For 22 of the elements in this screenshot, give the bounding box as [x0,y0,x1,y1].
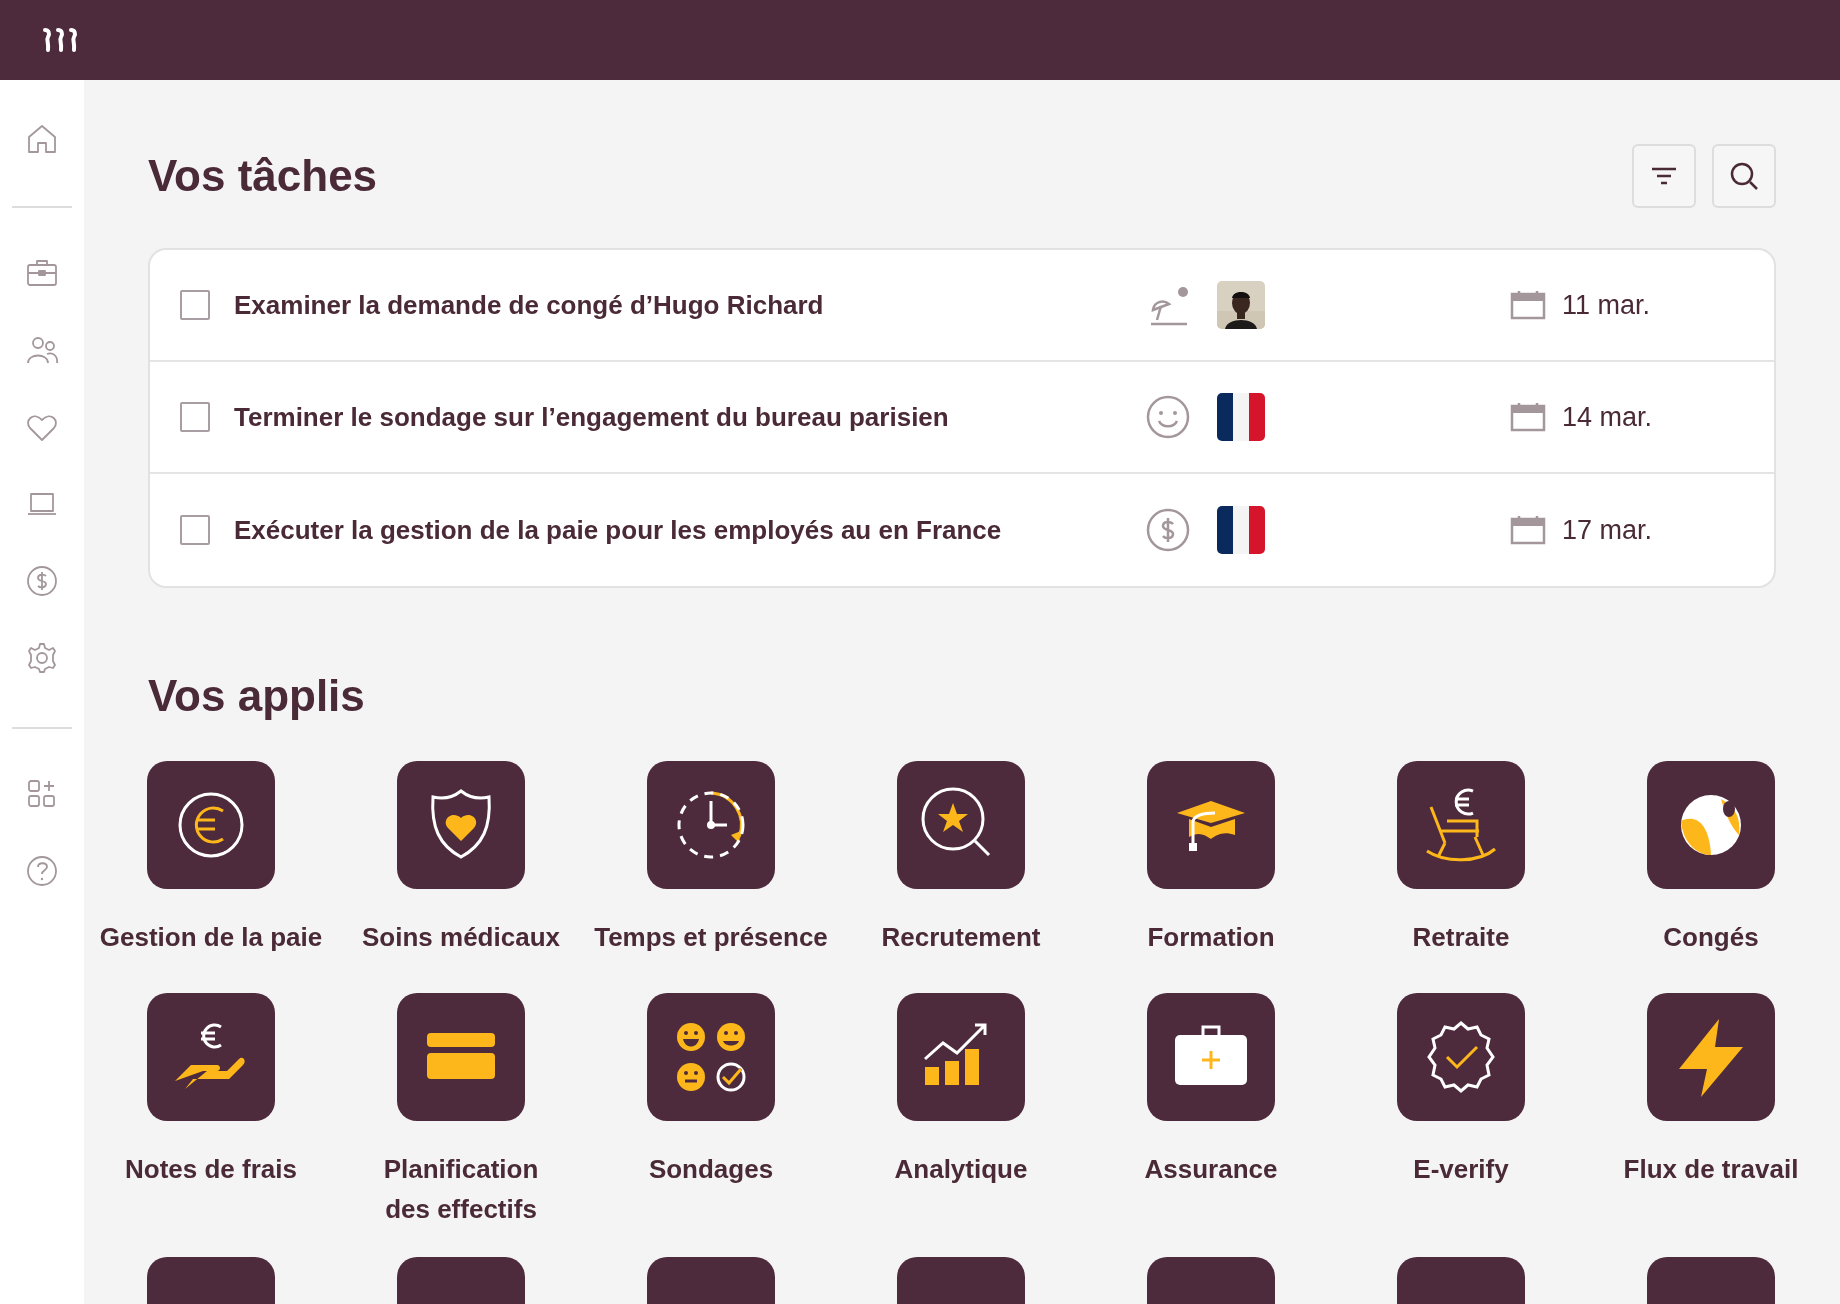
app-label: Flux de travail [1622,1152,1800,1186]
app-label: Notes de frais [124,1152,298,1186]
app-label: Formation [1146,920,1276,954]
due-date: 17 mar. [1562,513,1653,547]
app-label: Soins médicaux [361,920,561,954]
task-text[interactable]: Terminer le sondage sur l’engagement du bureau parisien [234,397,1145,437]
app-label: Recrutement [880,920,1042,954]
section-title: Vos applis [148,670,366,722]
app-label: Assurance [1143,1152,1279,1186]
section-title: Vos tâches [148,149,378,202]
app-label: Planification des effectifs [382,1152,540,1226]
app-label: Retraite [1411,920,1511,954]
app-label: Congés [1662,920,1760,954]
task-text[interactable]: Exécuter la gestion de la paie pour les employés au en France [234,510,1145,550]
app-label: Gestion de la paie [98,920,324,954]
due-date: 14 mar. [1562,400,1653,434]
app-label: Sondages [647,1152,775,1186]
app-label: Temps et présence [593,920,829,954]
app-label: Analytique [893,1152,1029,1186]
app-label: E-verify [1412,1152,1510,1186]
due-date: 11 mar. [1562,288,1651,322]
task-text[interactable]: Examiner la demande de congé d’Hugo Richard [234,285,1145,325]
